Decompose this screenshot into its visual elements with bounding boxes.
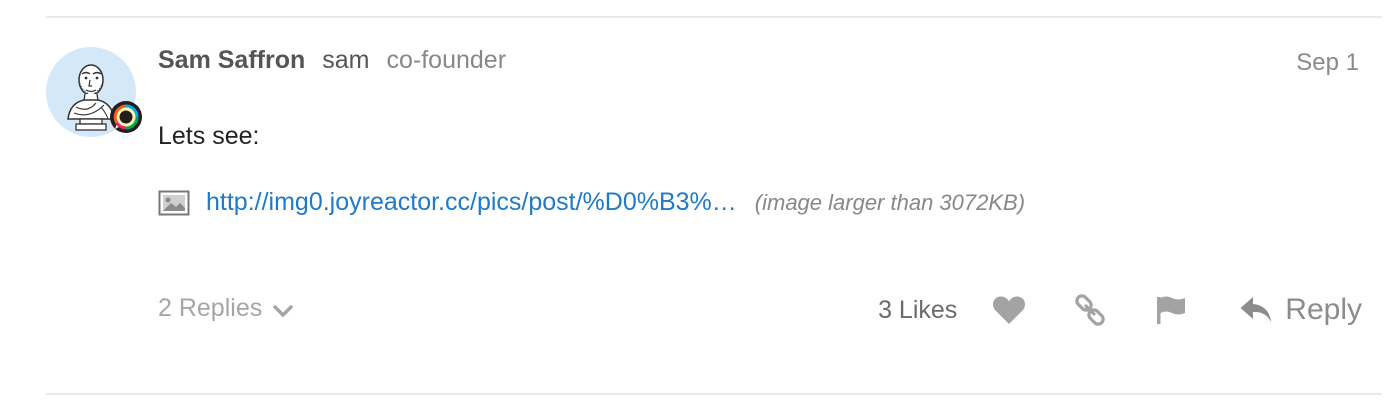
like-button[interactable] [991,295,1027,325]
discourse-badge-icon [110,101,142,133]
onebox-link: http://img0.joyreactor.cc/pics/post/%D0%… [158,188,1025,217]
share-link-button[interactable] [1073,294,1107,326]
author-title: co-founder [386,46,507,74]
reply-arrow-icon [1240,297,1272,322]
author-full-name[interactable]: Sam Saffron [158,46,305,75]
image-link[interactable]: http://img0.joyreactor.cc/pics/post/%D0%… [206,188,737,217]
link-icon [1075,294,1106,326]
post-meta: Sam Saffron sam co-founder [158,46,506,76]
flag-icon [1157,296,1186,324]
author-username[interactable]: sam [322,46,369,75]
post-date[interactable]: Sep 1 [1296,49,1359,77]
chevron-down-icon [273,304,293,317]
heart-icon [993,296,1026,324]
replies-toggle[interactable]: 2 Replies [158,294,294,323]
post-body-text: Lets see: [158,122,260,150]
reply-label: Reply [1285,293,1362,326]
avatar[interactable] [46,47,142,139]
image-icon [158,190,190,215]
image-size-note: (image larger than 3072KB) [754,189,1026,215]
likes-count[interactable]: 3 Likes [878,296,957,325]
top-divider [46,16,1382,18]
flag-button[interactable] [1153,295,1189,325]
reply-button[interactable]: Reply [1239,293,1362,327]
post-actions: 3 Likes Reply [878,286,1362,334]
replies-label: 2 Replies [158,294,263,322]
bottom-divider [46,393,1382,395]
